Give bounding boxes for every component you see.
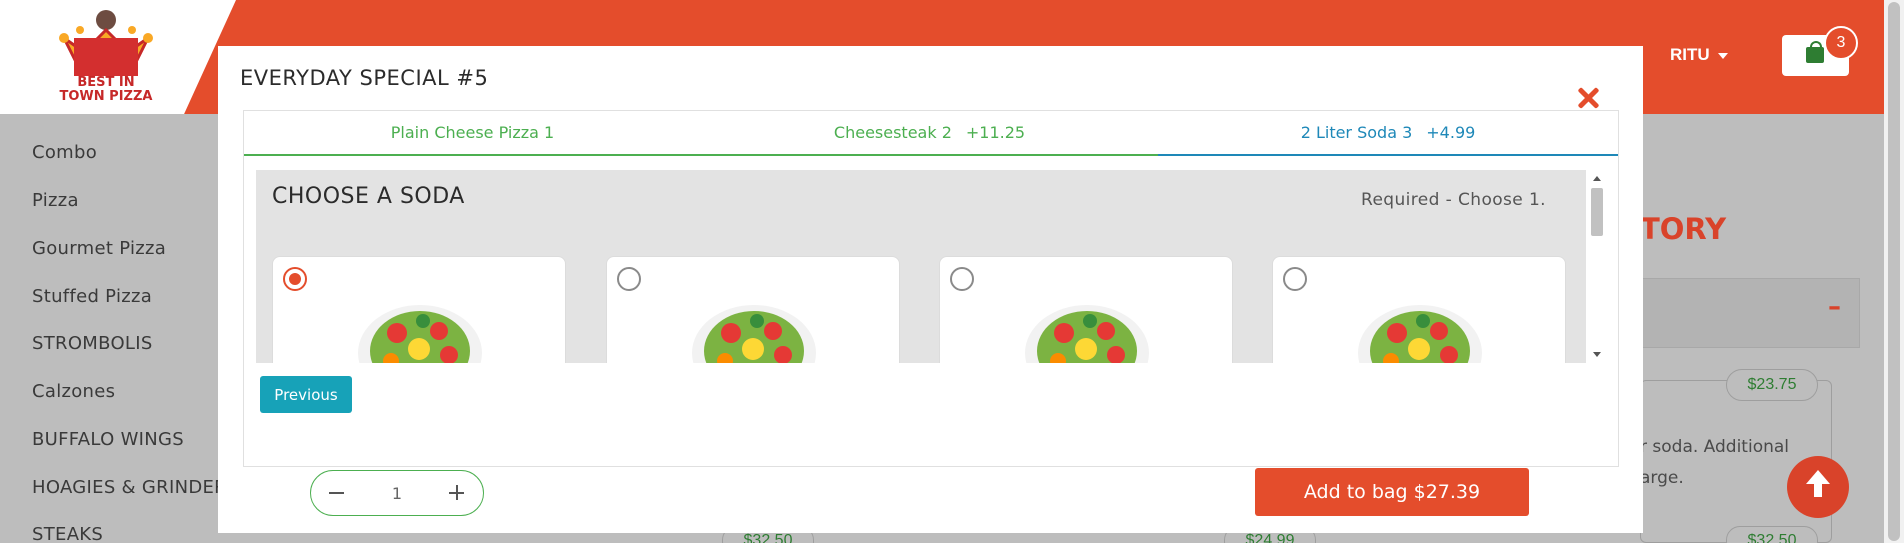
sidebar-item-calzones[interactable]: Calzones bbox=[32, 381, 115, 402]
tab-extra-price: +11.25 bbox=[965, 123, 1026, 142]
add-to-bag-button[interactable]: Add to bag $27.39 bbox=[1255, 468, 1529, 516]
tab-2-liter-soda[interactable]: 2 Liter Soda 3 +4.99 bbox=[1158, 111, 1618, 156]
scroll-to-top-button[interactable] bbox=[1787, 456, 1849, 518]
sidebar-item-strombolis[interactable]: STROMBOLIS bbox=[32, 333, 153, 354]
salad-image-icon bbox=[692, 305, 816, 363]
salad-image-icon bbox=[1025, 305, 1149, 363]
sidebar-item-stuffed-pizza[interactable]: Stuffed Pizza bbox=[32, 286, 152, 307]
background-description: arge. bbox=[1640, 468, 1684, 488]
sidebar-item-pizza[interactable]: Pizza bbox=[32, 190, 79, 211]
background-price-badge: $23.75 bbox=[1726, 369, 1818, 401]
logo-text: BEST IN TOWN PIZZA bbox=[59, 75, 153, 104]
radio-button[interactable] bbox=[283, 267, 307, 291]
background-heading: TORY bbox=[1640, 212, 1727, 246]
radio-button[interactable] bbox=[950, 267, 974, 291]
quantity-stepper bbox=[310, 470, 484, 516]
background-price-badge: $32.50 bbox=[1726, 526, 1818, 543]
tab-label: 2 Liter Soda 3 bbox=[1300, 123, 1413, 142]
collapse-icon[interactable]: – bbox=[1828, 292, 1841, 322]
cart-count-badge: 3 bbox=[1824, 26, 1858, 60]
shopping-bag-icon bbox=[1806, 41, 1824, 63]
salad-image-icon bbox=[358, 305, 482, 363]
close-icon[interactable] bbox=[1574, 84, 1602, 112]
radio-button[interactable] bbox=[1283, 267, 1307, 291]
salad-image-icon bbox=[1358, 305, 1482, 363]
sidebar-item-hoagies-grinders[interactable]: HOAGIES & GRINDERS bbox=[32, 477, 239, 498]
tab-label: Plain Cheese Pizza 1 bbox=[390, 123, 555, 142]
quantity-input[interactable] bbox=[359, 479, 435, 507]
scrollbar-thumb[interactable] bbox=[1591, 188, 1603, 236]
soda-option-card[interactable] bbox=[272, 256, 566, 363]
tab-cheesesteak[interactable]: Cheesesteak 2 +11.25 bbox=[701, 111, 1158, 156]
scroll-down-arrow-icon[interactable] bbox=[1593, 352, 1601, 357]
soda-option-card[interactable] bbox=[606, 256, 900, 363]
tab-plain-cheese-pizza[interactable]: Plain Cheese Pizza 1 bbox=[244, 111, 701, 156]
user-menu[interactable]: RITU bbox=[1670, 45, 1728, 65]
choose-soda-section: CHOOSE A SODA Required - Choose 1. bbox=[256, 170, 1586, 363]
page-scrollbar-thumb[interactable] bbox=[1888, 2, 1900, 541]
section-title: CHOOSE A SODA bbox=[272, 184, 465, 209]
scroll-up-arrow-icon[interactable] bbox=[1593, 176, 1601, 181]
tab-label: Cheesesteak 2 bbox=[833, 123, 952, 142]
product-modal: EVERYDAY SPECIAL #5 Plain Cheese Pizza 1… bbox=[218, 46, 1643, 533]
modal-title: EVERYDAY SPECIAL #5 bbox=[240, 66, 489, 90]
minus-icon[interactable] bbox=[323, 479, 351, 507]
required-note: Required - Choose 1. bbox=[1361, 190, 1546, 210]
sidebar-item-combo[interactable]: Combo bbox=[32, 142, 97, 163]
soda-option-card[interactable] bbox=[939, 256, 1233, 363]
step-tabs: Plain Cheese Pizza 1 Cheesesteak 2 +11.25… bbox=[243, 110, 1619, 467]
sidebar-item-buffalo-wings[interactable]: BUFFALO WINGS bbox=[32, 429, 184, 450]
tab-extra-price: +4.99 bbox=[1426, 123, 1476, 142]
soda-option-card[interactable] bbox=[1272, 256, 1566, 363]
previous-button[interactable]: Previous bbox=[260, 376, 352, 413]
sidebar-item-gourmet-pizza[interactable]: Gourmet Pizza bbox=[32, 238, 166, 259]
radio-button[interactable] bbox=[617, 267, 641, 291]
background-panel bbox=[1640, 278, 1860, 348]
sidebar-item-steaks[interactable]: STEAKS bbox=[32, 524, 103, 543]
background-description: r soda. Additional bbox=[1640, 437, 1790, 457]
plus-icon[interactable] bbox=[443, 479, 471, 507]
options-scrollbar[interactable] bbox=[1588, 170, 1604, 363]
